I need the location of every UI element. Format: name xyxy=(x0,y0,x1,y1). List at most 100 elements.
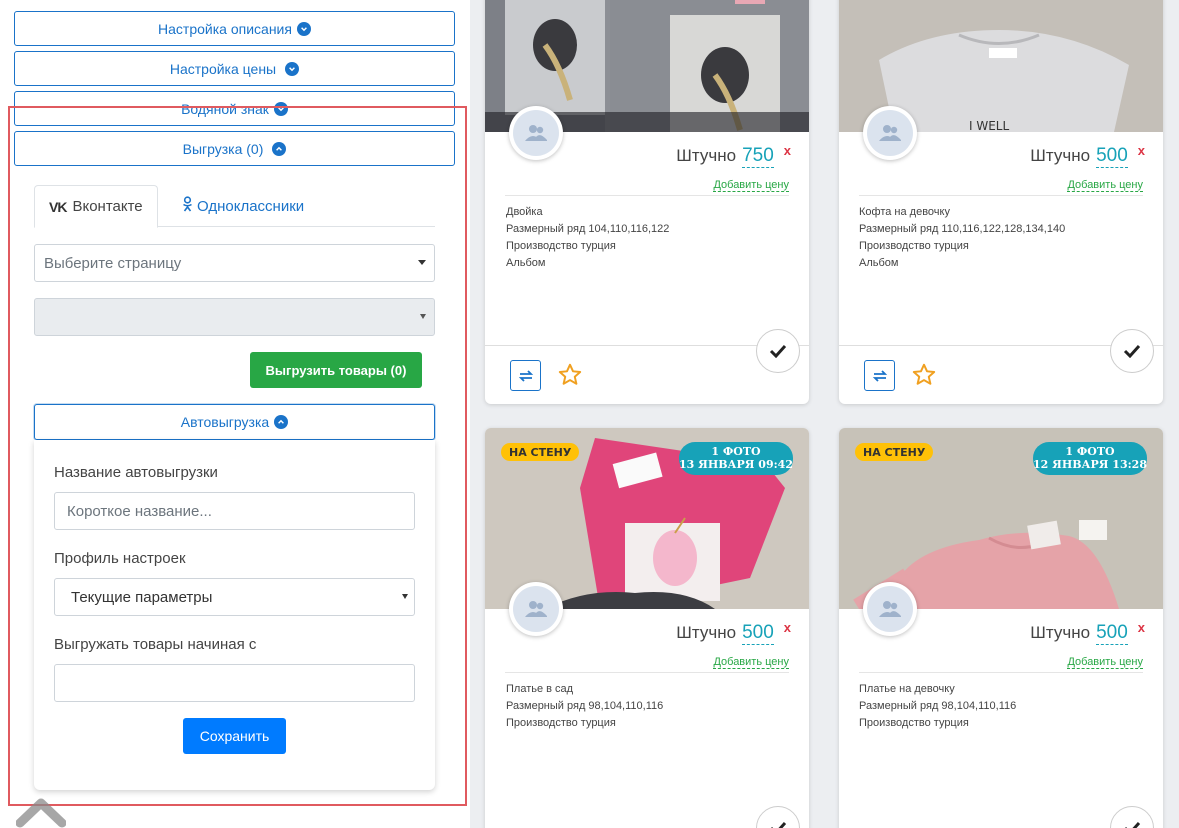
accordion-export-button[interactable]: Выгрузка (0) xyxy=(14,131,455,166)
autoexport-name-input[interactable]: Короткое название... xyxy=(54,492,415,530)
users-icon xyxy=(513,586,559,632)
ok-icon xyxy=(182,196,193,216)
tab-vkontakte[interactable]: VK Вконтакте xyxy=(34,185,158,228)
desc-line: Производство турция xyxy=(859,240,969,252)
save-button[interactable]: Сохранить xyxy=(183,718,286,754)
profile-select-value: Текущие параметры xyxy=(71,588,213,606)
remove-price-icon[interactable]: x xyxy=(1138,143,1145,158)
divider xyxy=(859,195,1143,196)
avatar xyxy=(509,582,563,636)
check-icon xyxy=(769,344,787,358)
select-check-button[interactable] xyxy=(1110,806,1154,828)
price-value[interactable]: 750 xyxy=(742,145,774,168)
favorite-button[interactable] xyxy=(557,362,583,388)
wall-badge: НА СТЕНУ xyxy=(855,443,934,461)
price-value[interactable]: 500 xyxy=(1096,622,1128,645)
profile-select[interactable]: Текущие параметры xyxy=(54,578,415,616)
vk-icon: VK xyxy=(49,198,67,215)
select-check-button[interactable] xyxy=(1110,329,1154,373)
autoexport-panel: Название автовыгрузки Короткое название.… xyxy=(34,440,435,790)
accordion-export-label: Выгрузка (0) xyxy=(182,140,264,157)
chevron-down-icon xyxy=(285,61,300,76)
social-tabs: VK Вконтакте Одноклассники xyxy=(34,185,435,228)
users-icon xyxy=(867,586,913,632)
caret-down-icon xyxy=(418,260,426,265)
move-button[interactable] xyxy=(864,360,895,391)
autoexport-header-button[interactable]: Автовыгрузка xyxy=(34,404,435,440)
add-price-link[interactable]: Добавить цену xyxy=(1067,179,1143,192)
product-card: НА СТЕНУ 1 ФОТО 12 ЯНВАРЯ 13:28 Штучно 5… xyxy=(839,428,1163,828)
tab-odnoklassniki[interactable]: Одноклассники xyxy=(168,185,318,227)
desc-line: Платье на девочку xyxy=(859,683,955,695)
remove-price-icon[interactable]: x xyxy=(784,620,791,635)
price-row: Штучно 500 x xyxy=(1030,143,1145,168)
remove-price-icon[interactable]: x xyxy=(1138,620,1145,635)
move-button[interactable] xyxy=(510,360,541,391)
desc-line: Производство турция xyxy=(506,717,616,729)
autoexport-header-label: Автовыгрузка xyxy=(180,414,270,430)
avatar xyxy=(509,106,563,160)
desc-line: Двойка xyxy=(506,206,543,218)
unit-label: Штучно xyxy=(676,146,737,165)
favorite-button[interactable] xyxy=(911,362,937,388)
scroll-up-icon[interactable] xyxy=(15,793,67,828)
add-price-link[interactable]: Добавить цену xyxy=(1067,656,1143,669)
product-card: Штучно 750 x Добавить цену Двойка Размер… xyxy=(485,0,809,404)
accordion-description-button[interactable]: Настройка описания xyxy=(14,11,455,46)
accordion-description-label: Настройка описания xyxy=(158,20,292,37)
save-button-label: Сохранить xyxy=(199,728,270,744)
unit-label: Штучно xyxy=(1030,623,1091,642)
check-icon xyxy=(771,821,787,828)
product-description: Двойка Размерный ряд 104,110,116,122 Про… xyxy=(506,204,669,272)
divider xyxy=(859,672,1143,673)
photo-date-text: 12 ЯНВАРЯ 13:28 xyxy=(1033,458,1147,471)
chevron-up-icon xyxy=(272,141,287,156)
select-check-button[interactable] xyxy=(756,329,800,373)
accordion-price-label: Настройка цены xyxy=(169,60,277,77)
swap-icon xyxy=(872,369,887,382)
album-select[interactable] xyxy=(34,298,435,336)
page-select[interactable]: Выберите страницу xyxy=(34,244,435,282)
photo-count-text: 1 ФОТО xyxy=(711,445,761,458)
price-row: Штучно 750 x xyxy=(676,143,791,168)
select-check-button[interactable] xyxy=(756,806,800,828)
check-icon xyxy=(1123,344,1141,358)
desc-line: Кофта на девочку xyxy=(859,206,950,218)
unit-label: Штучно xyxy=(676,623,737,642)
price-value[interactable]: 500 xyxy=(1096,145,1128,168)
chevron-down-icon xyxy=(296,21,311,36)
price-value[interactable]: 500 xyxy=(742,622,774,645)
export-products-label: Выгрузить товары (0) xyxy=(265,362,407,378)
desc-line: Производство турция xyxy=(859,717,969,729)
svg-text:I WELL: I WELL xyxy=(969,119,1009,132)
remove-price-icon[interactable]: x xyxy=(784,143,791,158)
product-description: Платье на девочку Размерный ряд 98,104,1… xyxy=(859,681,1016,732)
start-from-label: Выгружать товары начиная с xyxy=(54,636,257,653)
desc-line: Размерный ряд 98,104,110,116 xyxy=(506,700,664,712)
divider xyxy=(505,672,789,673)
unit-label: Штучно xyxy=(1030,146,1091,165)
desc-line: Альбом xyxy=(859,257,899,269)
star-icon xyxy=(912,363,936,385)
swap-icon xyxy=(518,369,533,382)
tab-vkontakte-label: Вконтакте xyxy=(72,198,143,215)
desc-line: Альбом xyxy=(506,257,546,269)
product-card: НА СТЕНУ 1 ФОТО 13 ЯНВАРЯ 09:42 Штучно 5… xyxy=(485,428,809,828)
accordion-price-button[interactable]: Настройка цены xyxy=(14,51,455,86)
check-icon xyxy=(1125,821,1141,828)
desc-line: Производство турция xyxy=(506,240,616,252)
add-price-link[interactable]: Добавить цену xyxy=(713,656,789,669)
export-products-button[interactable]: Выгрузить товары (0) xyxy=(250,352,422,388)
left-panel: Настройка описания Настройка цены Водяно… xyxy=(0,0,470,828)
photo-date-badge: 1 ФОТО 12 ЯНВАРЯ 13:28 xyxy=(1033,442,1147,475)
add-price-link[interactable]: Добавить цену xyxy=(713,179,789,192)
tab-odnoklassniki-label: Одноклассники xyxy=(197,197,305,215)
accordion-watermark-button[interactable]: Водяной знак xyxy=(14,91,455,126)
photo-date-badge: 1 ФОТО 13 ЯНВАРЯ 09:42 xyxy=(679,442,793,475)
start-from-input[interactable] xyxy=(54,664,415,702)
star-icon xyxy=(558,363,582,385)
avatar xyxy=(863,582,917,636)
profile-label: Профиль настроек xyxy=(54,550,186,567)
avatar xyxy=(863,106,917,160)
autoexport-name-placeholder: Короткое название... xyxy=(67,502,212,520)
